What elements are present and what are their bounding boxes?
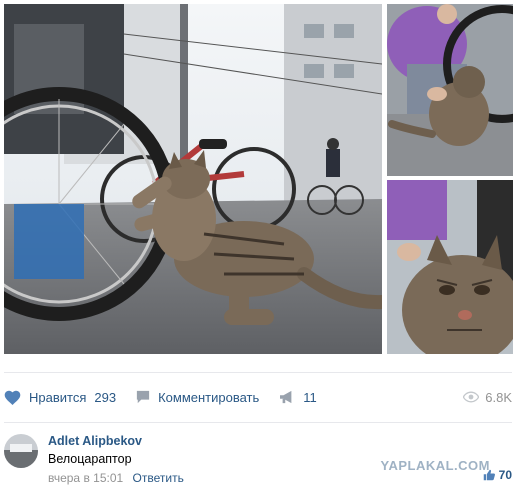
share-megaphone-icon (280, 390, 292, 404)
like-label: Нравится (29, 389, 87, 405)
divider-top (4, 372, 512, 373)
comment-text: Велоцараптор (48, 452, 132, 466)
comment-like-count: 70 (498, 468, 512, 482)
views-counter: 6.8K (463, 390, 512, 405)
comment-author[interactable]: Adlet Alipbekov (48, 434, 142, 448)
comment-meta: вчера в 15:01 Ответить (48, 471, 184, 485)
eye-icon (463, 391, 480, 403)
comment-time[interactable]: вчера в 15:01 (48, 471, 123, 485)
reply-button[interactable]: Ответить (133, 471, 184, 485)
comment-label: Комментировать (158, 389, 260, 405)
avatar[interactable] (4, 434, 38, 468)
photo-main-cat-bicycle[interactable] (4, 4, 382, 354)
comment-button[interactable]: Комментировать (136, 390, 259, 405)
watermark: YAPLAKAL.COM (380, 458, 490, 473)
comment-item: Adlet Alipbekov Велоцараптор вчера в 15:… (4, 432, 512, 492)
heart-icon (4, 390, 21, 405)
comment-icon (136, 390, 150, 404)
like-count: 293 (94, 389, 117, 405)
like-button[interactable]: Нравится 293 (4, 390, 116, 405)
post-action-bar: Нравится 293 Комментировать 11 6.8K (4, 380, 512, 414)
comment-like-button[interactable]: 70 (483, 468, 512, 482)
views-count: 6.8K (485, 389, 512, 405)
share-button[interactable]: 11 (279, 390, 317, 405)
share-count: 11 (303, 389, 317, 405)
divider-bottom (4, 422, 512, 423)
photo-cat-closeup[interactable] (387, 180, 513, 354)
thumbs-up-icon (483, 469, 495, 481)
photo-person-petting-cat[interactable] (387, 4, 513, 176)
